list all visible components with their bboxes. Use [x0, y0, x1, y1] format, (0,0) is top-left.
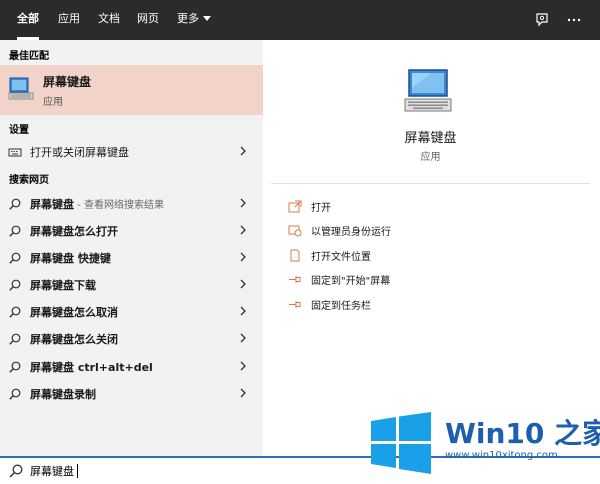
- settings-item-toggle-keyboard[interactable]: 打开或关闭屏幕键盘: [0, 138, 263, 165]
- web-result-label: 屏幕键盘怎么关闭: [30, 333, 118, 346]
- search-icon: [9, 361, 21, 373]
- windows-logo-icon: [371, 412, 431, 474]
- best-match-title: 屏幕键盘: [43, 75, 92, 89]
- web-result-label: 屏幕键盘录制: [30, 388, 96, 401]
- text-cursor: [77, 464, 78, 478]
- detail-panel: 屏幕键盘 应用 打开 以管理员身份运行 打开文件位置 固定到"开始"屏幕 固定到…: [271, 40, 600, 456]
- web-result-label: 屏幕键盘 ctrl+alt+del: [30, 361, 153, 374]
- app-type: 应用: [420, 152, 441, 163]
- best-match-header: 最佳匹配: [9, 51, 49, 62]
- chevron-right-icon[interactable]: [238, 145, 248, 157]
- action-label: 固定到"开始"屏幕: [311, 276, 391, 287]
- keyboard-icon: [8, 148, 22, 157]
- web-result-label: 屏幕键盘下载: [30, 279, 96, 292]
- computer-icon: [404, 69, 452, 112]
- search-icon: [9, 464, 23, 478]
- action-label: 固定到任务栏: [311, 301, 371, 312]
- chevron-right-icon[interactable]: [238, 360, 248, 372]
- top-nav: 全部 应用 文档 网页 更多: [0, 0, 600, 40]
- search-icon: [9, 306, 21, 318]
- divider: [271, 183, 590, 184]
- web-result-item[interactable]: 屏幕键盘 ctrl+alt+del: [0, 353, 263, 380]
- web-result-item[interactable]: 屏幕键盘 - 查看网络搜索结果: [0, 190, 263, 217]
- tab-all[interactable]: 全部: [17, 0, 39, 40]
- web-result-item[interactable]: 屏幕键盘怎么取消: [0, 298, 263, 325]
- web-result-item[interactable]: 屏幕键盘录制: [0, 380, 263, 407]
- best-match-item[interactable]: 屏幕键盘 应用: [0, 65, 263, 115]
- chevron-right-icon[interactable]: [238, 224, 248, 236]
- web-result-hint: - 查看网络搜索结果: [74, 200, 164, 211]
- file-icon: [290, 249, 300, 262]
- watermark-url: www.win10xitong.com: [445, 450, 558, 461]
- chevron-right-icon[interactable]: [238, 332, 248, 344]
- action-label: 以管理员身份运行: [311, 227, 391, 238]
- search-icon: [9, 279, 21, 291]
- pin-icon: [289, 301, 301, 308]
- computer-icon: [8, 77, 34, 100]
- open-icon: [288, 200, 302, 213]
- web-result-label: 屏幕键盘: [30, 198, 74, 211]
- watermark: Win10 之家 www.win10xitong.com: [365, 408, 600, 480]
- web-search-header: 搜索网页: [9, 175, 49, 186]
- search-icon: [9, 388, 21, 400]
- action-label: 打开文件位置: [311, 252, 371, 263]
- tab-more[interactable]: 更多: [177, 0, 211, 40]
- web-result-item[interactable]: 屏幕键盘怎么关闭: [0, 325, 263, 352]
- chevron-right-icon[interactable]: [238, 197, 248, 209]
- results-panel: 最佳匹配 屏幕键盘 应用 设置 打开或关闭屏幕键盘 搜索网页 屏幕键盘 - 查看…: [0, 40, 263, 456]
- settings-header: 设置: [9, 125, 29, 136]
- feedback-icon[interactable]: [534, 12, 550, 28]
- watermark-title: Win10 之家: [445, 417, 600, 450]
- pin-icon: [289, 276, 301, 283]
- web-result-label: 屏幕键盘 快捷键: [30, 252, 111, 265]
- search-icon: [9, 225, 21, 237]
- web-result-label: 屏幕键盘怎么取消: [30, 306, 118, 319]
- chevron-right-icon[interactable]: [238, 251, 248, 263]
- web-result-item[interactable]: 屏幕键盘怎么打开: [0, 217, 263, 244]
- web-result-item[interactable]: 屏幕键盘下载: [0, 271, 263, 298]
- chevron-right-icon[interactable]: [238, 387, 248, 399]
- shield-icon: [288, 225, 302, 237]
- web-result-item[interactable]: 屏幕键盘 快捷键: [0, 244, 263, 271]
- tab-web[interactable]: 网页: [137, 0, 159, 40]
- search-icon: [9, 252, 21, 264]
- caret-down-icon: [203, 15, 211, 21]
- web-result-label: 屏幕键盘怎么打开: [30, 225, 118, 238]
- search-input[interactable]: [30, 460, 330, 482]
- ellipsis-icon[interactable]: [566, 12, 582, 28]
- tab-documents[interactable]: 文档: [98, 0, 120, 40]
- settings-item-label: 打开或关闭屏幕键盘: [30, 146, 129, 159]
- app-name: 屏幕键盘: [404, 131, 457, 146]
- chevron-right-icon[interactable]: [238, 305, 248, 317]
- action-label: 打开: [311, 203, 331, 214]
- best-match-subtitle: 应用: [43, 97, 63, 108]
- search-icon: [9, 333, 21, 345]
- tab-apps[interactable]: 应用: [58, 0, 80, 40]
- search-icon: [9, 198, 21, 210]
- chevron-right-icon[interactable]: [238, 278, 248, 290]
